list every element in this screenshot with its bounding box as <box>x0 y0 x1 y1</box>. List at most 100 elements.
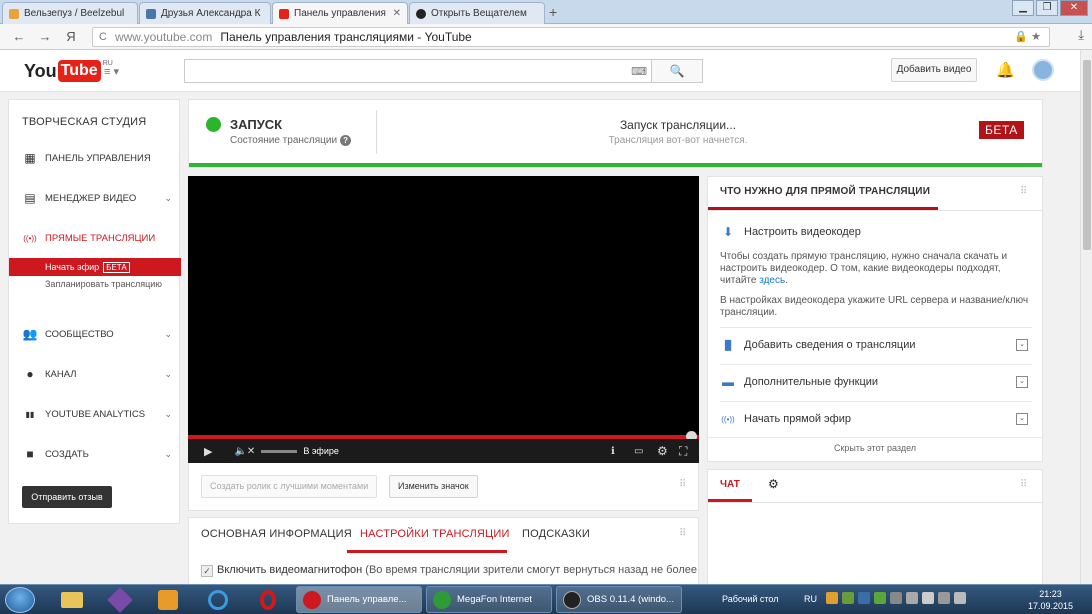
expand-icon[interactable]: ⌄ <box>1016 376 1028 388</box>
internet-explorer-icon[interactable] <box>198 588 238 612</box>
play-icon[interactable]: ▶ <box>204 445 212 458</box>
create-highlights-button[interactable]: Создать ролик с лучшими моментами <box>201 475 378 498</box>
chevron-down-icon[interactable]: ⌄ <box>164 369 172 380</box>
tab-stream-settings[interactable]: НАСТРОЙКИ ТРАНСЛЯЦИИ <box>360 528 510 540</box>
sidebar-subitem-schedule[interactable]: Запланировать трансляцию <box>45 278 165 291</box>
sidebar-subitem-stream-now[interactable]: Начать эфир БЕТА <box>9 258 181 276</box>
browser-tab-4[interactable]: Открыть Вещателем <box>409 2 545 24</box>
extra-features-row[interactable]: ▬ Дополнительные функции ⌄ <box>720 372 1032 392</box>
minimize-icon[interactable]: ▁ <box>1012 0 1034 16</box>
captions-icon[interactable]: ▭ <box>634 446 643 457</box>
video-player[interactable]: ▶ 🔈✕ В эфире ℹ ▭ ⚙ ⛶ <box>188 176 699 463</box>
desktop-toolbar-label[interactable]: Рабочий стол <box>722 594 779 604</box>
send-feedback-button[interactable]: Отправить отзыв <box>22 486 112 508</box>
drag-handle-icon[interactable]: ⠿ <box>679 528 686 539</box>
taskbar-window-youtube[interactable]: Панель управле... <box>296 586 422 613</box>
start-button[interactable] <box>5 587 35 613</box>
tab-hints[interactable]: ПОДСКАЗКИ <box>522 528 590 540</box>
hide-section-link[interactable]: Скрыть этот раздел <box>708 443 1042 453</box>
volume-muted-icon[interactable]: 🔈✕ <box>234 446 255 457</box>
browser-tab-1[interactable]: Вельзепуз / Beelzebul <box>2 2 138 24</box>
encoders-link[interactable]: здесь <box>759 275 785 286</box>
bell-icon[interactable]: 🔔 <box>996 61 1015 79</box>
explorer-icon[interactable] <box>52 588 92 612</box>
reload-icon[interactable]: C <box>99 31 107 43</box>
live-broadcast-icon: ((•)) <box>721 414 735 424</box>
channel-icon: ● <box>26 367 34 381</box>
system-tray <box>826 592 966 604</box>
tray-app-icon[interactable] <box>842 592 854 604</box>
drag-handle-icon[interactable]: ⠿ <box>1020 186 1027 197</box>
info-icon[interactable]: ℹ <box>611 446 615 457</box>
tray-app-icon[interactable] <box>858 592 870 604</box>
language-indicator[interactable]: RU <box>804 594 817 604</box>
expand-icon[interactable]: ⌄ <box>1016 339 1028 351</box>
drag-handle-icon[interactable]: ⠿ <box>679 479 686 490</box>
sidebar-item-dashboard[interactable]: ▦ ПАНЕЛЬ УПРАВЛЕНИЯ <box>22 148 172 168</box>
tab-basic-info[interactable]: ОСНОВНАЯ ИНФОРМАЦИЯ <box>201 528 352 540</box>
keyboard-icon[interactable]: ⌨ <box>631 65 647 78</box>
chevron-down-icon[interactable]: ⌄ <box>164 193 172 204</box>
tray-volume-icon[interactable] <box>954 592 966 604</box>
fullscreen-icon[interactable]: ⛶ <box>679 444 687 459</box>
youtube-logo[interactable]: You Tube RU <box>24 60 113 82</box>
settings-gear-icon[interactable]: ⚙ <box>657 444 668 458</box>
chevron-down-icon[interactable]: ⌄ <box>164 449 172 460</box>
chevron-down-icon[interactable]: ⌄ <box>164 409 172 420</box>
tab-chat[interactable]: ЧАТ <box>720 479 740 490</box>
back-icon[interactable]: ← <box>6 29 32 44</box>
browser-tab-2[interactable]: Друзья Александра К <box>139 2 271 24</box>
close-window-icon[interactable]: ✕ <box>1060 0 1088 16</box>
sidebar-item-video-manager[interactable]: ▤ МЕНЕДЖЕР ВИДЕО ⌄ <box>22 188 172 208</box>
browser-tab-3-active[interactable]: Панель управления т ✕ <box>272 2 408 24</box>
visual-studio-icon[interactable] <box>100 587 140 613</box>
window-controls: ▁ ❐ ✕ <box>1010 0 1088 16</box>
sidebar-item-community[interactable]: 👥 СООБЩЕСТВО ⌄ <box>22 324 172 344</box>
tab-close-icon[interactable]: ✕ <box>393 8 401 19</box>
url-field[interactable]: C www.youtube.com Панель управления тран… <box>92 27 1050 47</box>
sidebar-item-live-streaming[interactable]: ((•)) ПРЯМЫЕ ТРАНСЛЯЦИИ <box>22 228 172 248</box>
tray-app-icon[interactable] <box>922 592 934 604</box>
tray-app-icon[interactable] <box>826 592 838 604</box>
maximize-icon[interactable]: ❐ <box>1036 0 1058 16</box>
panel-title-underline <box>708 207 938 210</box>
help-icon[interactable]: ? <box>340 135 352 146</box>
expand-icon[interactable]: ⌄ <box>1016 413 1028 425</box>
sidebar-item-channel[interactable]: ● КАНАЛ ⌄ <box>22 364 172 384</box>
tray-app-icon[interactable] <box>874 592 886 604</box>
chat-settings-gear-icon[interactable]: ⚙ <box>768 477 779 491</box>
tray-app-icon[interactable] <box>890 592 902 604</box>
page-scrollbar[interactable] <box>1080 50 1092 584</box>
dvr-checkbox[interactable]: ✓ <box>201 565 213 577</box>
sidebar-item-create[interactable]: ■ СОЗДАТЬ ⌄ <box>22 444 172 464</box>
start-live-row[interactable]: ((•)) Начать прямой эфир ⌄ <box>720 409 1032 429</box>
tray-network-icon[interactable] <box>938 592 950 604</box>
guide-menu-icon[interactable]: ≡ ▾ <box>104 65 119 78</box>
search-input[interactable]: ⌨ <box>184 59 652 83</box>
avatar[interactable] <box>1032 59 1054 81</box>
taskbar-window-megafon[interactable]: MegaFon Internet <box>426 586 552 613</box>
add-stream-info-row[interactable]: ▐▌ Добавить сведения о трансляции ⌄ <box>720 335 1032 355</box>
tray-app-icon[interactable] <box>906 592 918 604</box>
status-subtitle: Состояние трансляции? <box>230 135 352 146</box>
yandex-icon[interactable]: Я <box>58 29 84 44</box>
megafon-icon <box>433 590 451 609</box>
card-icon: ▬ <box>722 375 734 389</box>
lock-star-icon[interactable]: 🔒 ★ <box>1014 30 1041 43</box>
add-video-button[interactable]: Добавить видео <box>891 58 977 82</box>
change-thumbnail-button[interactable]: Изменить значок <box>389 475 478 498</box>
download-icon[interactable]: ⤓ <box>1078 27 1084 43</box>
scrollbar-thumb[interactable] <box>1083 60 1091 250</box>
search-button[interactable]: 🔍 <box>652 59 703 83</box>
setup-encoder-row[interactable]: ⬇ Настроить видеокодер <box>720 222 1032 242</box>
opera-icon[interactable] <box>248 588 288 612</box>
new-tab-button[interactable]: + <box>549 4 557 20</box>
taskbar-window-obs[interactable]: OBS 0.11.4 (windo... <box>556 586 682 613</box>
media-player-icon[interactable] <box>148 588 188 612</box>
chevron-down-icon[interactable]: ⌄ <box>164 329 172 340</box>
forward-icon[interactable]: → <box>32 29 58 44</box>
sidebar-item-analytics[interactable]: ▮▮ YOUTUBE ANALYTICS ⌄ <box>22 404 172 424</box>
system-clock[interactable]: 21:23 17.09.2015 <box>1028 588 1073 612</box>
drag-handle-icon[interactable]: ⠿ <box>1020 479 1027 490</box>
volume-slider[interactable] <box>261 449 298 453</box>
